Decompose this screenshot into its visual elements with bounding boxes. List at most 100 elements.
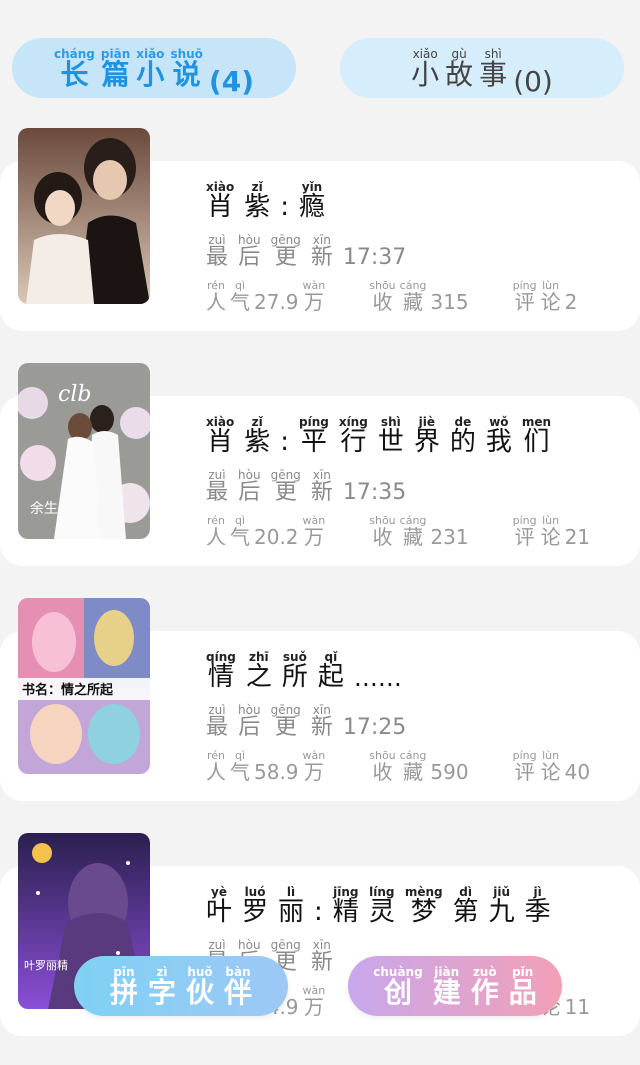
pinyin-char: bàn 伴 xyxy=(224,965,253,1009)
pinyin-char: lùn论 xyxy=(541,749,561,782)
pinyin-char: rén人 xyxy=(206,749,226,782)
comment-stat: píng 评 lùn 论 21 xyxy=(513,514,590,547)
book-item[interactable]: 书名：情之所起 qíng 情 zhī 之 suǒ 所 qǐ 起 …… zuì 最 hòu 后 gēng 更 xī… xyxy=(0,595,640,830)
collect-value: 590 xyxy=(430,760,469,784)
hanzi: 伴 xyxy=(224,975,253,1009)
pinyin-partner-button[interactable]: pīn 拼 zì 字 huǒ 伙 bàn 伴 xyxy=(74,956,288,1016)
hanzi: 长 xyxy=(60,57,89,91)
pinyin-char: qǐ 起 xyxy=(317,651,344,692)
book-info: xiào 肖 zǐ 紫 : yǐn 瘾 zuì 最 hòu 后 gēng 更 xīn 新 17:37 rén 人… xyxy=(206,181,630,314)
pinyin-char: píng评 xyxy=(513,514,537,547)
tab-novels[interactable]: cháng 长 piān 篇 xiǎo 小 shuō 说 (4) xyxy=(12,38,296,98)
book-title[interactable]: xiào 肖 zǐ 紫 : píng 平 xíng 行 shì 世 jiè 界 de 的 wǒ 我 men 们 xyxy=(206,416,630,457)
pinyin-char: huǒ 伙 xyxy=(186,965,215,1009)
stats-row: rén 人 qì 气 20.2 wàn 万 shōu 收 cáng 藏 231 píng 评 lùn 论 21 xyxy=(206,514,630,547)
book-cover-image[interactable] xyxy=(18,128,150,304)
hanzi: 创 xyxy=(383,975,412,1009)
pinyin-char: xiào 肖 xyxy=(206,416,234,456)
hanzi: 论 xyxy=(540,290,561,314)
pinyin-char: yè 叶 xyxy=(206,886,233,927)
pinyin-char: gēng 更 xyxy=(271,234,301,269)
book-title[interactable]: xiào 肖 zǐ 紫 : yǐn 瘾 xyxy=(206,181,630,221)
pinyin-char: lùn论 xyxy=(541,514,561,547)
hanzi: 评 xyxy=(514,290,535,314)
pinyin-char: : xyxy=(314,886,323,925)
popularity-stat: rén 人 qì 气 27.9 wàn 万 xyxy=(206,279,325,312)
hanzi: 论 xyxy=(540,760,561,784)
pinyin-char: rén人 xyxy=(206,279,226,312)
pinyin-char: zǐ 紫 xyxy=(244,181,270,221)
pinyin-char: jì 季 xyxy=(525,886,551,926)
popularity-stat: rén 人 qì 气 20.2 wàn 万 xyxy=(206,514,325,547)
last-update-row: zuì 最 hòu 后 gēng 更 xīn 新 17:35 xyxy=(206,469,630,504)
pinyin-char: wàn 万 xyxy=(303,279,326,312)
pinyin-char: wǒ 我 xyxy=(485,416,512,457)
hanzi: 藏 xyxy=(403,290,424,314)
hanzi: 行 xyxy=(340,427,367,457)
pinyin-char: shuō 说 xyxy=(170,47,202,89)
hanzi: 新 xyxy=(310,480,333,505)
hanzi: 叶 xyxy=(206,897,233,927)
hanzi: 梦 xyxy=(410,897,437,927)
tab-stories[interactable]: xiǎo 小 gù 故 shì 事 (0) xyxy=(340,38,624,98)
comment-value: 40 xyxy=(564,760,591,784)
hanzi: 我 xyxy=(485,427,512,457)
popularity-value: 27.9 xyxy=(254,290,299,314)
pinyin-char: wàn 万 xyxy=(303,749,326,782)
pinyin-char: cáng藏 xyxy=(400,749,427,782)
pinyin-char: qì气 xyxy=(230,279,250,312)
pinyin-char: jiàn 建 xyxy=(433,965,461,1007)
hanzi: 丽 xyxy=(278,897,305,927)
pinyin-char: zuì最 xyxy=(206,704,228,739)
book-cover-image[interactable]: 书名：情之所起 xyxy=(18,598,150,774)
pinyin-char: píng评 xyxy=(513,279,537,312)
hanzi: 藏 xyxy=(403,760,424,784)
svg-text:叶罗丽精: 叶罗丽精 xyxy=(24,959,68,972)
collect-value: 315 xyxy=(430,290,469,314)
hanzi: 更 xyxy=(274,480,297,505)
pinyin-char: luó 罗 xyxy=(242,886,268,926)
book-item[interactable]: 叶罗丽精 yè 叶 luó 罗 lì 丽 : jīng 精 líng 灵 mèng 梦 dì 第 jiǔ 九 jì… xyxy=(0,830,640,1065)
hanzi: 起 xyxy=(317,662,344,692)
book-info: qíng 情 zhī 之 suǒ 所 qǐ 起 …… zuì 最 hòu 后 gēng 更 xīn 新 17:25… xyxy=(206,651,630,784)
comment-value: 21 xyxy=(564,525,591,549)
pinyin-char: pǐn 品 xyxy=(508,965,537,1009)
hanzi: 伙 xyxy=(186,975,215,1009)
hanzi: 紫 xyxy=(244,427,271,457)
pinyin-char: jiè 界 xyxy=(414,416,440,456)
book-item[interactable]: clb 余生 xiào 肖 zǐ 紫 : píng 平 xíng 行 shì 世 jiè 界 de 的 wǒ 我 m… xyxy=(0,360,640,595)
hanzi: 收 xyxy=(372,760,393,784)
book-title[interactable]: yè 叶 luó 罗 lì 丽 : jīng 精 líng 灵 mèng 梦 dì 第 jiǔ 九 jì 季 xyxy=(206,886,630,927)
pinyin-char: men 们 xyxy=(522,416,551,456)
create-work-button[interactable]: chuàng 创 jiàn 建 zuò 作 pǐn 品 xyxy=(348,956,562,1016)
last-update-row: zuì 最 hòu 后 gēng 更 xīn 新 17:25 xyxy=(206,704,630,739)
hanzi: 藏 xyxy=(403,525,424,549)
pinyin-char: : xyxy=(280,181,289,220)
pinyin-char: xiào 肖 xyxy=(206,181,234,221)
hanzi: 人 xyxy=(206,525,226,549)
hanzi: 后 xyxy=(238,480,261,505)
hanzi: 收 xyxy=(372,290,393,314)
title-ellipsis: …… xyxy=(353,664,402,692)
hanzi: 的 xyxy=(449,427,476,457)
update-time: 17:35 xyxy=(342,480,407,505)
pinyin-char: xīn 新 xyxy=(311,704,333,739)
pinyin-char: gù 故 xyxy=(445,47,473,89)
hanzi: 万 xyxy=(303,760,324,784)
pinyin-char: cháng 长 xyxy=(54,47,95,91)
pinyin-char: cáng藏 xyxy=(400,279,427,312)
pinyin-char: píng评 xyxy=(513,749,537,782)
hanzi: 品 xyxy=(508,975,537,1009)
pinyin-char: chuàng 创 xyxy=(373,965,422,1009)
hanzi: 最 xyxy=(206,245,229,270)
pinyin-char: rén人 xyxy=(206,514,226,547)
pinyin-char: jīng 精 xyxy=(333,886,359,926)
book-title[interactable]: qíng 情 zhī 之 suǒ 所 qǐ 起 …… xyxy=(206,651,630,692)
book-item[interactable]: xiào 肖 zǐ 紫 : yǐn 瘾 zuì 最 hòu 后 gēng 更 xīn 新 17:37 rén 人… xyxy=(0,125,640,360)
hanzi: 新 xyxy=(310,715,333,740)
book-cover-image[interactable]: clb 余生 xyxy=(18,363,150,539)
hanzi: 之 xyxy=(245,662,272,692)
pinyin-char: piān 篇 xyxy=(101,47,130,91)
hanzi: 篇 xyxy=(101,57,130,91)
hanzi: 万 xyxy=(303,525,324,549)
